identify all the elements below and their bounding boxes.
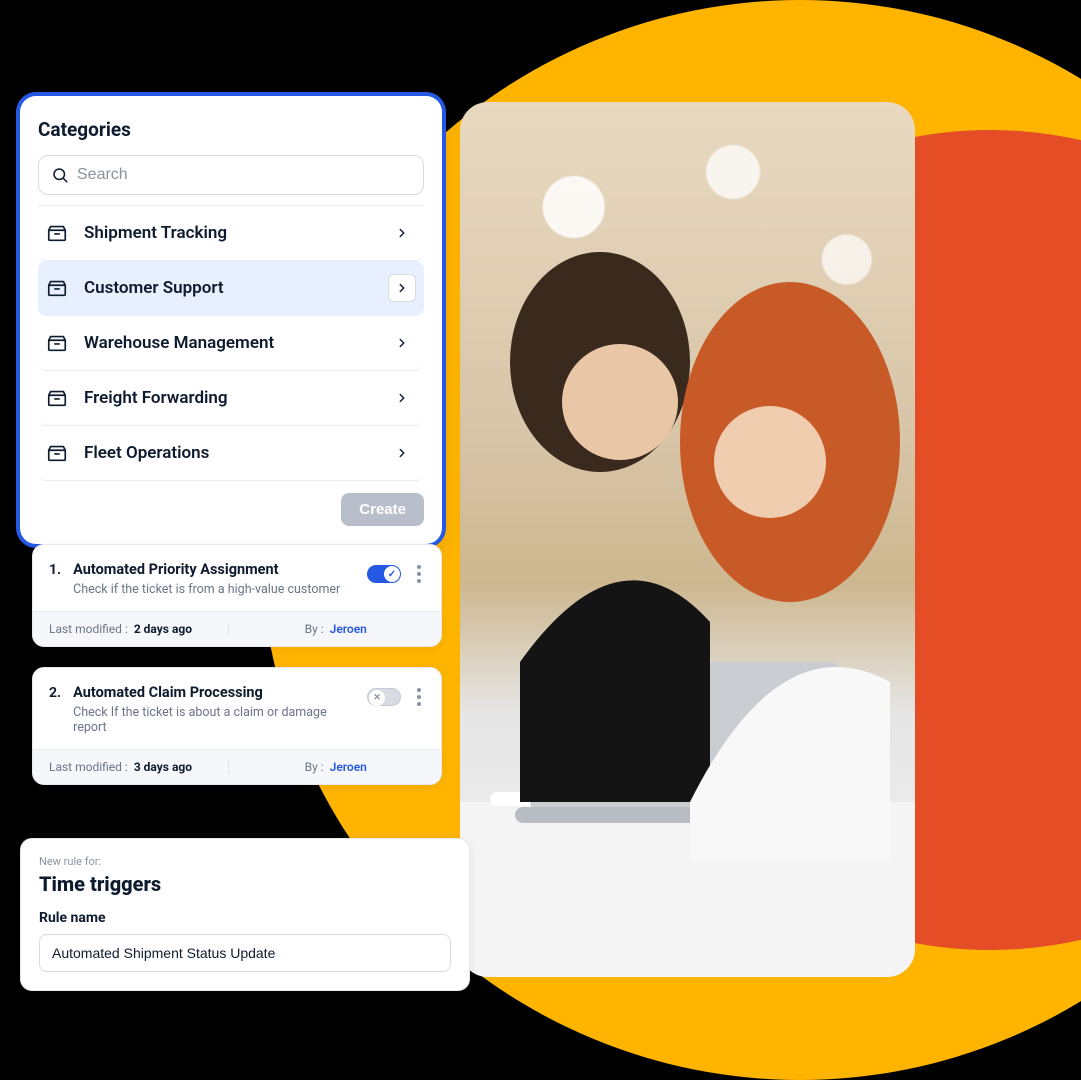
rule-toggle[interactable]	[367, 688, 401, 706]
new-rule-heading: Time triggers	[39, 872, 451, 896]
kebab-menu-icon[interactable]	[413, 684, 425, 710]
chevron-right-icon	[388, 274, 416, 302]
rule-card: 1. Automated Priority Assignment Check i…	[32, 544, 442, 647]
rule-name-label: Rule name	[39, 910, 451, 926]
category-label: Customer Support	[84, 278, 224, 298]
search-input[interactable]	[77, 166, 411, 184]
last-modified-value: 3 days ago	[134, 760, 192, 774]
new-rule-eyebrow: New rule for:	[39, 855, 451, 868]
rule-toggle[interactable]	[367, 565, 401, 583]
by-label: By :	[305, 760, 324, 774]
rule-name-input[interactable]	[39, 934, 451, 972]
chevron-right-icon	[388, 439, 416, 467]
category-list: Shipment Tracking Customer Support War	[38, 205, 424, 481]
rule-card: 2. Automated Claim Processing Check If t…	[32, 667, 442, 785]
last-modified-value: 2 days ago	[134, 622, 192, 636]
last-modified-label: Last modified :	[49, 622, 128, 636]
by-user-link[interactable]: Jeroen	[330, 760, 367, 774]
categories-actions: Create	[38, 481, 424, 526]
inbox-icon	[46, 332, 68, 354]
new-rule-panel: New rule for: Time triggers Rule name	[20, 838, 470, 991]
categories-panel: Categories Shipment Tracking	[20, 96, 442, 544]
category-item-fleet-operations[interactable]: Fleet Operations	[38, 426, 424, 481]
inbox-icon	[46, 387, 68, 409]
chevron-right-icon	[388, 384, 416, 412]
category-label: Freight Forwarding	[84, 388, 228, 408]
by-user-link[interactable]: Jeroen	[330, 622, 367, 636]
by-label: By :	[305, 622, 324, 636]
rule-subtitle: Check if the ticket is from a high-value…	[73, 582, 355, 597]
create-button[interactable]: Create	[341, 493, 424, 526]
inbox-icon	[46, 277, 68, 299]
last-modified-label: Last modified :	[49, 760, 128, 774]
rule-title: Automated Claim Processing	[73, 684, 355, 701]
category-label: Fleet Operations	[84, 443, 209, 463]
kebab-menu-icon[interactable]	[413, 561, 425, 587]
category-label: Shipment Tracking	[84, 223, 227, 243]
category-item-shipment-tracking[interactable]: Shipment Tracking	[38, 206, 424, 261]
rule-number: 2.	[49, 684, 61, 701]
rule-title: Automated Priority Assignment	[73, 561, 355, 578]
hero-photo	[460, 102, 915, 977]
category-item-warehouse-management[interactable]: Warehouse Management	[38, 316, 424, 371]
rule-number: 1.	[49, 561, 61, 578]
category-label: Warehouse Management	[84, 333, 274, 353]
category-item-customer-support[interactable]: Customer Support	[38, 261, 424, 316]
rules-panel: 1. Automated Priority Assignment Check i…	[32, 544, 442, 785]
rule-subtitle: Check If the ticket is about a claim or …	[73, 705, 355, 735]
inbox-icon	[46, 442, 68, 464]
search-icon	[51, 166, 69, 184]
chevron-right-icon	[388, 329, 416, 357]
category-item-freight-forwarding[interactable]: Freight Forwarding	[38, 371, 424, 426]
stage: Categories Shipment Tracking	[0, 0, 1081, 1080]
chevron-right-icon	[388, 219, 416, 247]
search-field[interactable]	[38, 155, 424, 195]
inbox-icon	[46, 222, 68, 244]
categories-title: Categories	[38, 118, 424, 141]
